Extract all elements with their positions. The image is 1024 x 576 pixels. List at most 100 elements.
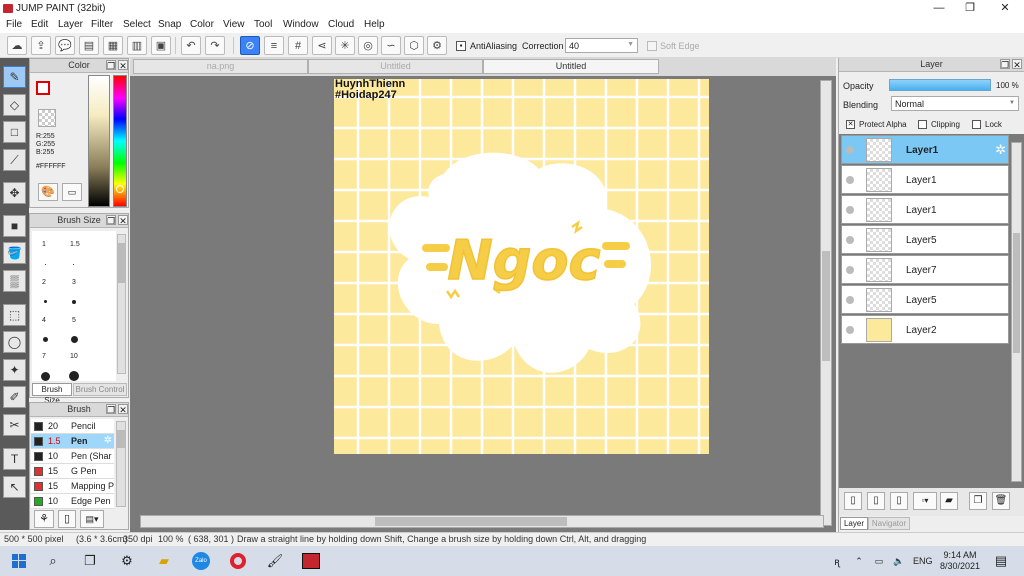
maximize-button[interactable]: ❐ xyxy=(955,1,985,15)
hue-picker[interactable] xyxy=(116,185,124,193)
visibility-icon[interactable] xyxy=(846,236,854,244)
page-icon[interactable]: ▦ xyxy=(103,36,123,55)
size-dot[interactable]: · xyxy=(72,259,75,269)
panel-float-icon[interactable]: ❐ xyxy=(106,60,116,71)
layer-row[interactable]: Layer5 xyxy=(841,225,1009,254)
panel-float-icon[interactable]: ❐ xyxy=(1000,59,1010,70)
clock[interactable]: 9:14 AM 8/30/2021 xyxy=(940,550,980,572)
panel-close-icon[interactable]: ✕ xyxy=(118,215,128,226)
new-brush-icon[interactable]: ▯ xyxy=(58,510,76,528)
curve-icon[interactable]: ∽ xyxy=(381,36,401,55)
duplicate-layer-icon[interactable]: ❐ xyxy=(969,492,987,510)
palette-icon[interactable]: 🎨 xyxy=(38,183,58,201)
brush-list-scrollbar[interactable] xyxy=(116,421,126,507)
text-tool-icon[interactable]: T xyxy=(3,448,26,470)
softedge-checkbox[interactable] xyxy=(647,41,657,51)
size-dot[interactable]: · xyxy=(44,259,47,269)
brightness-slider[interactable] xyxy=(88,75,110,207)
size-dot[interactable] xyxy=(71,336,78,343)
h-scroll-thumb[interactable] xyxy=(375,517,567,526)
brush-settings-icon[interactable]: ⚘ xyxy=(34,510,54,528)
lasso-tool-icon[interactable]: ◯ xyxy=(3,331,26,353)
radial-icon[interactable]: ✳ xyxy=(335,36,355,55)
redo-icon[interactable]: ↷ xyxy=(205,36,225,55)
windows-start-icon[interactable] xyxy=(8,551,30,571)
scroll-thumb[interactable] xyxy=(118,243,125,283)
network-icon[interactable]: ▭ xyxy=(868,551,890,571)
cloud-icon[interactable]: ☁ xyxy=(7,36,27,55)
brush-item[interactable]: 15 G Pen xyxy=(31,464,114,479)
select-rect-icon[interactable]: ⬚ xyxy=(3,304,26,326)
gradient-tool-icon[interactable]: ▒ xyxy=(3,270,26,292)
brush-item[interactable]: 10 Edge Pen xyxy=(31,494,114,509)
panel-float-icon[interactable]: ❐ xyxy=(106,404,116,415)
crosshatch-icon[interactable]: # xyxy=(288,36,308,55)
drawing-canvas[interactable]: Ngoc HuynhThienn #Hoidap247 xyxy=(334,79,709,454)
jump-paint-taskbar-icon[interactable] xyxy=(300,551,322,571)
layer-row[interactable]: Layer7 xyxy=(841,255,1009,284)
layer-row[interactable]: Layer2 xyxy=(841,315,1009,344)
tab-brush-control[interactable]: Brush Control xyxy=(73,383,127,396)
search-icon[interactable]: ⌕ xyxy=(42,551,64,571)
zalo-icon[interactable]: Zalo xyxy=(190,551,212,571)
brush-item[interactable]: 10 Pen (Shar xyxy=(31,449,114,464)
snap-off-icon[interactable]: ⊘ xyxy=(240,36,260,55)
polygon-icon[interactable]: ⬡ xyxy=(404,36,424,55)
visibility-icon[interactable] xyxy=(846,296,854,304)
clipping-checkbox[interactable] xyxy=(918,120,927,129)
brush-item[interactable]: 20 Pencil xyxy=(31,419,114,434)
menu-help[interactable]: Help xyxy=(364,19,385,30)
size-dot[interactable] xyxy=(69,371,79,381)
menu-file[interactable]: File xyxy=(6,19,22,30)
size-dot[interactable] xyxy=(43,337,48,342)
people-icon[interactable]: ꭆ xyxy=(826,551,848,571)
panel-float-icon[interactable]: ❐ xyxy=(106,215,116,226)
line-tool-icon[interactable]: ⟋ xyxy=(3,149,26,171)
grid-layout-icon[interactable]: ▥ xyxy=(127,36,147,55)
menu-edit[interactable]: Edit xyxy=(31,19,48,30)
menu-layer[interactable]: Layer xyxy=(58,19,83,30)
menu-color[interactable]: Color xyxy=(190,19,214,30)
v-scroll-thumb[interactable] xyxy=(822,251,830,361)
eraser-tool-icon[interactable]: ◇ xyxy=(3,94,26,116)
brush-item[interactable]: 15 Mapping P xyxy=(31,479,114,494)
brush-tool-icon[interactable]: ✎ xyxy=(3,66,26,88)
panel-close-icon[interactable]: ✕ xyxy=(1012,59,1022,70)
notification-icon[interactable]: ▤ xyxy=(990,551,1012,571)
magic-wand-icon[interactable]: ✦ xyxy=(3,359,26,381)
tab-untitled-1[interactable]: Untitled xyxy=(308,59,483,74)
folder-icon[interactable]: ▰ xyxy=(940,492,958,510)
horizontal-scrollbar[interactable] xyxy=(140,515,824,528)
size-label[interactable]: 7 xyxy=(42,353,46,360)
delete-layer-icon[interactable]: 🗑 xyxy=(992,492,1010,510)
scroll-thumb[interactable] xyxy=(117,430,125,448)
visibility-icon[interactable] xyxy=(846,176,854,184)
menu-tool[interactable]: Tool xyxy=(254,19,272,30)
minimize-button[interactable]: — xyxy=(924,1,954,15)
opacity-slider[interactable] xyxy=(889,79,991,91)
tab-untitled-2[interactable]: Untitled xyxy=(483,59,659,74)
layout-icon[interactable]: ▤ xyxy=(79,36,99,55)
gear-icon[interactable]: ✲ xyxy=(104,435,112,446)
layer-type-menu-icon[interactable]: ▫▾ xyxy=(913,492,937,510)
menu-select[interactable]: Select xyxy=(123,19,151,30)
frame-icon[interactable]: ▣ xyxy=(151,36,171,55)
visibility-icon[interactable] xyxy=(846,146,854,154)
size-label[interactable]: 2 xyxy=(42,279,46,286)
menu-view[interactable]: View xyxy=(223,19,245,30)
panel-close-icon[interactable]: ✕ xyxy=(118,60,128,71)
visibility-icon[interactable] xyxy=(846,326,854,334)
correction-select[interactable]: 40 ▼ xyxy=(565,38,638,53)
layer-list-scrollbar[interactable] xyxy=(1011,142,1022,482)
size-label[interactable]: 10 xyxy=(70,353,78,360)
brush-menu-icon[interactable]: ▤▾ xyxy=(80,510,104,528)
size-label[interactable]: 5 xyxy=(72,317,76,324)
visibility-icon[interactable] xyxy=(846,206,854,214)
new-1bit-layer-icon[interactable]: ▯ xyxy=(890,492,908,510)
tray-chevron-icon[interactable]: ⌃ xyxy=(848,551,870,571)
bucket-tool-icon[interactable]: 🪣 xyxy=(3,242,26,264)
gear-icon[interactable]: ✲ xyxy=(995,142,1006,158)
menu-cloud[interactable]: Cloud xyxy=(328,19,354,30)
volume-icon[interactable]: 🔈 xyxy=(888,551,910,571)
tab-layer[interactable]: Layer xyxy=(840,517,868,530)
